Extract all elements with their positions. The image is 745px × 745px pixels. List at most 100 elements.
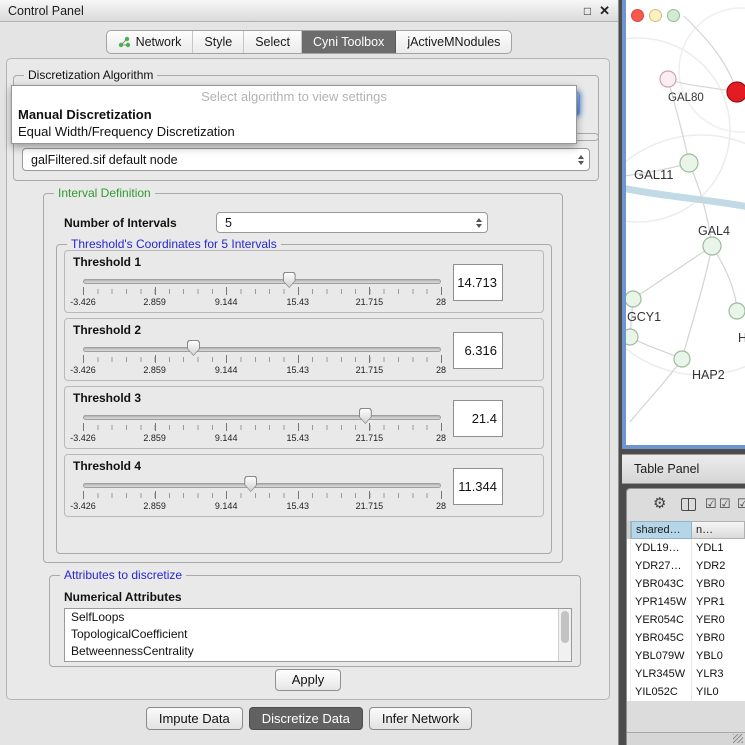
threshold-2-box: Threshold 2 -3.426 2.859 9.144 15.43 21.…: [64, 318, 544, 381]
list-item[interactable]: BetweennessCentrality: [65, 643, 571, 660]
list-item[interactable]: SelfLoops: [65, 609, 571, 626]
tick-label: 9.144: [215, 365, 238, 375]
threshold-3-slider[interactable]: -3.426 2.859 9.144 15.43 21.715 28: [83, 407, 441, 445]
tick-label: 15.43: [287, 501, 310, 511]
tab-jactivemnodules[interactable]: jActiveMNodules: [396, 31, 511, 53]
network-edge[interactable]: [626, 188, 745, 207]
dropdown-placeholder-option[interactable]: Select algorithm to view settings: [12, 86, 576, 106]
threshold-1-value-field[interactable]: 14.713: [453, 264, 503, 301]
slider-ticks: [83, 289, 441, 294]
list-scrollbar[interactable]: [558, 609, 571, 661]
window-title: Control Panel: [8, 4, 576, 18]
table-row[interactable]: YBL079WYBL0: [627, 647, 745, 665]
slider-thumb[interactable]: [187, 340, 200, 356]
threshold-4-value-field[interactable]: 11.344: [453, 468, 503, 505]
traffic-light-close-icon[interactable]: [631, 9, 644, 22]
checkbox-icon[interactable]: ☑: [719, 496, 731, 512]
dropdown-option-equal-width-frequency[interactable]: Equal Width/Frequency Discretization: [12, 123, 576, 140]
threshold-label: Threshold 3: [73, 391, 141, 405]
checkbox-icon[interactable]: ☑: [737, 496, 745, 512]
tick-label: -3.426: [70, 365, 96, 375]
table-row[interactable]: YIL052CYIL0: [627, 683, 745, 701]
table-row[interactable]: YBR043CYBR0: [627, 575, 745, 593]
close-icon[interactable]: ✕: [599, 3, 610, 19]
threshold-2-value-field[interactable]: 6.316: [453, 332, 503, 369]
network-node[interactable]: [729, 303, 745, 319]
tab-network[interactable]: Network: [107, 31, 194, 53]
tick-label: 15.43: [287, 297, 310, 307]
slider-thumb[interactable]: [359, 408, 372, 424]
table-row[interactable]: YPR145WYPR1: [627, 593, 745, 611]
tick-label: 2.859: [143, 501, 166, 511]
attributes-group: Attributes to discretize Numerical Attri…: [49, 575, 581, 667]
network-canvas[interactable]: GAL80 GAL11 GAL4 GCY1 HAP2 H: [626, 0, 745, 445]
column-header-name[interactable]: n…: [692, 521, 745, 539]
slider-track[interactable]: [83, 483, 441, 488]
slider-thumb[interactable]: [283, 272, 296, 288]
table-panel-titlebar: Table Panel: [622, 454, 745, 484]
threshold-2-slider[interactable]: -3.426 2.859 9.144 15.43 21.715 28: [83, 339, 441, 377]
traffic-light-maximize-icon[interactable]: [667, 9, 680, 22]
slider-track[interactable]: [83, 415, 441, 420]
table-row[interactable]: YDL19…YDL1: [627, 539, 745, 557]
network-node[interactable]: [703, 237, 721, 255]
table-data-select[interactable]: galFiltered.sif default node: [22, 148, 590, 171]
number-of-intervals-select[interactable]: 5: [216, 212, 488, 233]
tab-label: Cyni Toolbox: [313, 35, 384, 49]
table-row[interactable]: YBR045CYBR0: [627, 629, 745, 647]
tab-select[interactable]: Select: [244, 31, 302, 53]
slider-thumb[interactable]: [244, 476, 257, 492]
tab-discretize-data[interactable]: Discretize Data: [249, 707, 363, 730]
checkbox-icon[interactable]: ☑: [705, 496, 717, 512]
network-node[interactable]: [626, 329, 638, 345]
tick-label: 21.715: [356, 297, 384, 307]
number-of-intervals-label: Number of Intervals: [64, 216, 177, 230]
tick-label: 28: [436, 365, 446, 375]
slider-track[interactable]: [83, 347, 441, 352]
tab-cyni-toolbox[interactable]: Cyni Toolbox: [302, 31, 396, 53]
tick-label: -3.426: [70, 433, 96, 443]
tick-label: 9.144: [215, 297, 238, 307]
tab-infer-network[interactable]: Infer Network: [369, 707, 472, 730]
tick-label: 21.715: [356, 365, 384, 375]
resize-grip-icon[interactable]: [733, 734, 743, 743]
tab-style[interactable]: Style: [193, 31, 244, 53]
table-panel-window: ⚙ ☑ ☑ ☑ shared… n… YDL19…YDL1 YDR27…YDR2…: [626, 488, 745, 745]
cyni-toolbox-panel: Discretization Algorithm Select algorith…: [6, 58, 610, 700]
table-row[interactable]: YER054CYER0: [627, 611, 745, 629]
tick-label: -3.426: [70, 501, 96, 511]
threshold-3-value-field[interactable]: 21.4: [453, 400, 503, 437]
threshold-3-box: Threshold 3 -3.426 2.859 9.144 15.43 21.…: [64, 386, 544, 449]
algorithm-dropdown-popup: Select algorithm to view settings Manual…: [11, 85, 577, 144]
network-node[interactable]: [626, 291, 641, 307]
column-header-shared-name[interactable]: shared…: [631, 521, 692, 539]
gear-icon[interactable]: ⚙: [653, 496, 666, 512]
list-item[interactable]: TopologicalCoefficient: [65, 626, 571, 643]
float-window-icon[interactable]: □: [584, 4, 591, 18]
table-toolbar: ⚙ ☑ ☑ ☑: [627, 489, 745, 521]
number-of-intervals-value: 5: [225, 216, 232, 230]
network-node-selected[interactable]: [727, 82, 745, 102]
network-node[interactable]: [674, 351, 690, 367]
slider-track[interactable]: [83, 279, 441, 284]
table-row[interactable]: YDR27…YDR2: [627, 557, 745, 575]
combo-arrows-icon: [476, 213, 482, 232]
network-node[interactable]: [680, 154, 698, 172]
tab-impute-data[interactable]: Impute Data: [146, 707, 243, 730]
table-row[interactable]: YLR345WYLR3: [627, 665, 745, 683]
threshold-4-slider[interactable]: -3.426 2.859 9.144 15.43 21.715 28: [83, 475, 441, 513]
network-node[interactable]: [660, 71, 676, 87]
dropdown-option-manual-discretization[interactable]: Manual Discretization: [12, 106, 576, 123]
table-header-row: shared… n…: [627, 521, 745, 539]
threshold-1-box: Threshold 1 -3.426 2.859 9.144 15.43 21.…: [64, 250, 544, 313]
table-columns-icon[interactable]: [681, 498, 696, 511]
node-label-gal11: GAL11: [634, 167, 674, 182]
node-label-hap2: HAP2: [692, 368, 725, 382]
threshold-1-slider[interactable]: -3.426 2.859 9.144 15.43 21.715 28: [83, 271, 441, 309]
apply-button[interactable]: Apply: [275, 669, 341, 691]
network-graph: [626, 0, 745, 445]
threshold-label: Threshold 2: [73, 323, 141, 337]
control-panel-tabbar: Network Style Select Cyni Toolbox jActiv…: [106, 30, 513, 54]
tick-label: 2.859: [143, 433, 166, 443]
traffic-light-minimize-icon[interactable]: [649, 9, 662, 22]
